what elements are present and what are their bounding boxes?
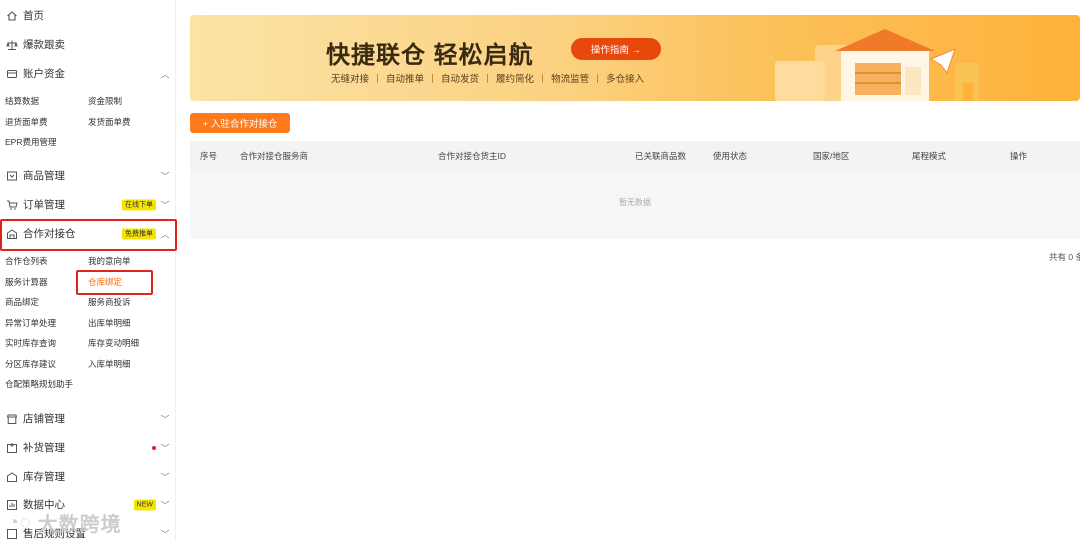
chevron-down-icon: ﹀ [160,500,170,510]
empty-state: 暂无数据 [619,198,651,207]
submenu-item[interactable]: 服务商投诉 [88,292,171,313]
account-funds-submenu: 结算数据 资金限制 退货面单费 发货面单费 EPR费用管理 [0,91,171,153]
online-order-badge: 在线下单 [122,199,156,210]
submenu-item[interactable]: 异常订单处理 [5,313,88,334]
banner-tag: 自动发货 [441,74,480,85]
submenu-item[interactable]: 结算数据 [5,91,88,112]
free-push-badge: 免费推单 [122,228,156,239]
banner-tags: 无缝对接 自动推单 自动发货 履约简化 物流监管 多仓接入 [323,71,652,85]
scale-icon [6,39,18,51]
nav-product-mgmt-label: 商品管理 [23,170,65,182]
banner-tag: 自动推单 [386,74,425,85]
chevron-down-icon: ﹀ [160,200,170,210]
nav-order-mgmt-label: 订单管理 [23,199,65,211]
nav-product-mgmt[interactable]: 商品管理 ﹀ [0,161,176,190]
watermark: ◔◌ 大数跨境 [8,508,122,537]
nav-home-label: 首页 [23,10,44,22]
nav-store-mgmt[interactable]: 店铺管理 ﹀ [0,404,176,433]
nav-order-mgmt[interactable]: 订单管理 在线下单 ﹀ [0,190,176,219]
inventory-icon [6,471,18,483]
submenu-item[interactable]: 退货面单费 [5,112,88,133]
submenu-item[interactable]: 入库单明细 [88,354,171,375]
warehouse-illustration [775,29,979,101]
nav-account-funds[interactable]: 账户资金 ︿ [0,59,176,88]
new-badge: NEW [133,499,156,510]
col-header: 使用状态 [713,151,748,161]
submenu-item[interactable]: 出库单明细 [88,313,171,334]
warehouse-icon [6,228,18,240]
data-table: 序号 合作对接仓服务商 合作对接仓货主ID 已关联商品数 使用状态 国家/地区 … [190,141,1080,239]
chevron-up-icon: ︿ [160,69,170,79]
banner-tag: 多仓接入 [606,74,645,85]
guide-button[interactable]: 操作指南 → [571,38,661,60]
promo-banner[interactable]: 快捷联仓 轻松启航 操作指南 → 无缝对接 自动推单 自动发货 履约简化 物流监… [190,15,1080,101]
nav-store-mgmt-label: 店铺管理 [23,413,65,425]
chevron-down-icon: ﹀ [160,472,170,482]
watermark-text: 大数跨境 [37,514,122,536]
submenu-item-warehouse-binding[interactable]: 仓库绑定 [88,272,171,293]
chevron-down-icon: ﹀ [160,171,170,181]
nav-replenish-mgmt-label: 补货管理 [23,442,65,454]
nav-replenish-mgmt[interactable]: 补货管理 ﹀ [0,433,176,462]
main-content: 快捷联仓 轻松启航 操作指南 → 无缝对接 自动推单 自动发货 履约简化 物流监… [190,0,1080,540]
nav-hot-products[interactable]: 爆款跟卖 [0,30,176,59]
col-header: 尾程模式 [912,151,947,161]
store-icon [6,413,18,425]
submenu-item[interactable]: 资金限制 [88,91,171,112]
nav-inventory-mgmt-label: 库存管理 [23,471,65,483]
submenu-item[interactable]: 我的意向单 [88,251,171,272]
watermark-logo-icon: ◔◌ [8,512,32,532]
banner-tag: 物流监管 [551,74,590,85]
chevron-down-icon: ﹀ [160,529,170,539]
col-header: 合作对接仓货主ID [438,151,507,161]
chevron-up-icon: ︿ [160,229,170,239]
chevron-down-icon: ﹀ [160,414,170,424]
nav-home[interactable]: 首页 [0,1,176,30]
wallet-icon [6,68,18,80]
col-header: 操作 [1010,151,1028,161]
home-icon [6,10,18,22]
col-header: 合作对接仓服务商 [240,151,309,161]
submenu-item[interactable]: 商品绑定 [5,292,88,313]
submenu-item[interactable]: 服务计算器 [5,272,88,293]
product-icon [6,170,18,182]
total-count: 共有 0 条 [1049,252,1080,262]
col-header: 序号 [200,151,218,161]
nav-partner-warehouse[interactable]: 合作对接仓 免费推单 ︿ [0,219,176,248]
notification-dot [152,445,156,450]
nav-account-funds-label: 账户资金 [23,68,65,80]
col-header: 国家/地区 [813,151,850,161]
submenu-item[interactable]: 库存变动明细 [88,333,171,354]
chevron-down-icon: ﹀ [160,443,170,453]
replenish-icon [6,442,18,454]
col-header: 已关联商品数 [635,151,687,161]
submenu-item[interactable]: EPR费用管理 [5,132,88,153]
submenu-item[interactable]: 仓配策略规划助手 [5,374,88,395]
sidebar: 首页 爆款跟卖 账户资金 ︿ 结算数据 资金限制 退货面单费 发货面单费 EPR… [0,0,177,540]
add-partner-warehouse-button[interactable]: + 入驻合作对接仓 [190,113,290,133]
banner-tag: 履约简化 [496,74,535,85]
nav-partner-warehouse-label: 合作对接仓 [23,228,76,240]
submenu-item[interactable]: 实时库存查询 [5,333,88,354]
table-header: 序号 合作对接仓服务商 合作对接仓货主ID 已关联商品数 使用状态 国家/地区 … [190,141,1080,171]
cart-icon [6,199,18,211]
banner-title: 快捷联仓 轻松启航 [326,42,534,69]
submenu-item[interactable]: 分区库存建议 [5,354,88,375]
submenu-item[interactable]: 合作仓列表 [5,251,88,272]
nav-inventory-mgmt[interactable]: 库存管理 ﹀ [0,462,176,491]
banner-tag: 无缝对接 [331,74,370,85]
nav-hot-products-label: 爆款跟卖 [23,39,65,51]
partner-warehouse-submenu: 合作仓列表 我的意向单 服务计算器 仓库绑定 商品绑定 服务商投诉 异常订单处理… [0,251,171,395]
submenu-item[interactable]: 发货面单费 [88,112,171,133]
